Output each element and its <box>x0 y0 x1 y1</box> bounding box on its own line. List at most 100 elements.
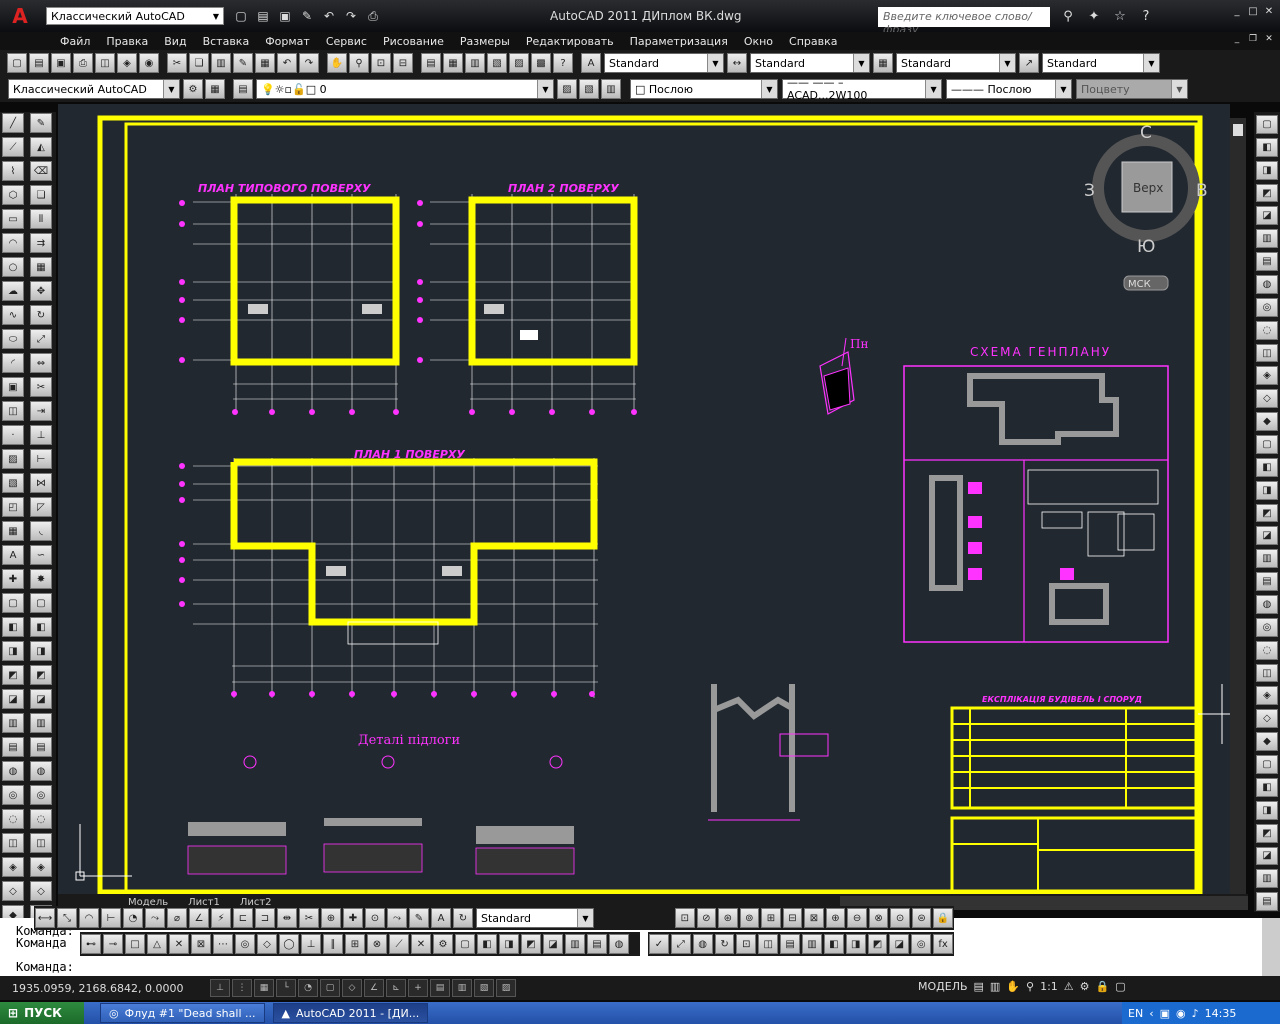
s4-icon[interactable]: ◩ <box>521 934 541 954</box>
join-icon[interactable]: ⋈ <box>30 473 52 493</box>
r35-icon[interactable]: ▤ <box>1256 892 1278 912</box>
grid-icon[interactable]: ▦ <box>254 979 274 997</box>
m7-icon[interactable]: ▤ <box>30 737 52 757</box>
lock-icon[interactable]: 🔒 <box>1096 980 1110 993</box>
menu-help[interactable]: Справка <box>781 35 845 48</box>
endpoint-icon[interactable]: □ <box>125 934 145 954</box>
save-icon[interactable]: ▣ <box>51 53 71 73</box>
multiline-text-icon[interactable]: A <box>2 545 24 565</box>
volume-icon[interactable]: ♪ <box>1192 1007 1199 1020</box>
r23-icon[interactable]: ◎ <box>1256 617 1278 637</box>
linear-dim-icon[interactable]: ⟷ <box>35 908 55 928</box>
r32-icon[interactable]: ◩ <box>1256 823 1278 843</box>
dim-style-select[interactable]: Standard ▼ <box>750 53 870 73</box>
r10-icon[interactable]: ◌ <box>1256 320 1278 340</box>
m9-icon[interactable]: ◎ <box>30 785 52 805</box>
rotate-icon[interactable]: ↻ <box>30 305 52 325</box>
doc-restore-icon[interactable]: ❐ <box>1246 32 1260 46</box>
arc-icon[interactable]: ◠ <box>2 233 24 253</box>
snap-mode-icon[interactable]: ⋮ <box>232 979 252 997</box>
quick-dim-icon[interactable]: ⚡ <box>211 908 231 928</box>
inspect-icon[interactable]: ⊙ <box>365 908 385 928</box>
m-c-icon[interactable]: ⊛ <box>718 908 738 928</box>
autocad-logo-icon[interactable]: A <box>0 0 40 32</box>
r2-icon[interactable]: ◧ <box>1256 137 1278 157</box>
break-dim-icon[interactable]: ✂ <box>299 908 319 928</box>
tray-arrow-icon[interactable]: ‹ <box>1149 1007 1153 1020</box>
cut-icon[interactable]: ✂ <box>167 53 187 73</box>
n14-icon[interactable]: fx <box>933 934 954 954</box>
save-as-icon[interactable]: ✎ <box>298 7 316 25</box>
explode-icon[interactable]: ✸ <box>30 569 52 589</box>
otrack-icon[interactable]: ∠ <box>364 979 384 997</box>
continue-icon[interactable]: ⊐ <box>255 908 275 928</box>
r25-icon[interactable]: ◫ <box>1256 663 1278 683</box>
mirror-icon[interactable]: ⫴ <box>30 209 52 229</box>
space-icon[interactable]: ⇹ <box>277 908 297 928</box>
markup-icon[interactable]: ▨ <box>509 53 529 73</box>
properties-icon[interactable]: ▤ <box>421 53 441 73</box>
hatch-icon[interactable]: ▨ <box>2 449 24 469</box>
undo-icon[interactable]: ↶ <box>277 53 297 73</box>
dyn-icon[interactable]: + <box>408 979 428 997</box>
midpoint-icon[interactable]: △ <box>147 934 167 954</box>
layer-properties-icon[interactable]: ▤ <box>233 79 253 99</box>
r20-icon[interactable]: ▥ <box>1256 549 1278 569</box>
m-b-icon[interactable]: ⊘ <box>696 908 717 928</box>
network-icon[interactable]: ▣ <box>1160 1007 1170 1020</box>
n10-icon[interactable]: ◨ <box>845 934 866 954</box>
r26-icon[interactable]: ◈ <box>1256 686 1278 706</box>
s5-icon[interactable]: ◪ <box>543 934 563 954</box>
new-icon[interactable]: ▢ <box>7 53 27 73</box>
scroll-thumb[interactable] <box>1233 124 1243 136</box>
zoom-previous-icon[interactable]: ⊟ <box>393 53 413 73</box>
r21-icon[interactable]: ▤ <box>1256 572 1278 592</box>
erase-icon[interactable]: ⌫ <box>30 161 52 181</box>
m5-icon[interactable]: ◪ <box>30 689 52 709</box>
n1-icon[interactable]: ✓ <box>649 934 669 954</box>
coordinate-readout[interactable]: 1935.0959, 2168.6842, 0.0000 <box>0 982 210 995</box>
dim-update-icon[interactable]: ↻ <box>453 908 473 928</box>
r5-icon[interactable]: ◪ <box>1256 206 1278 226</box>
workspace-toolbar-select[interactable]: Классический AutoCAD ▼ <box>8 79 180 99</box>
r7-icon[interactable]: ▤ <box>1256 252 1278 272</box>
workspace-switch-icon[interactable]: ⚙ <box>1080 980 1090 993</box>
make-block-icon[interactable]: ◫ <box>2 401 24 421</box>
s8-icon[interactable]: ◍ <box>609 934 629 954</box>
table-icon[interactable]: ▦ <box>2 521 24 541</box>
m-h-icon[interactable]: ⊕ <box>825 908 846 928</box>
tools-icon[interactable]: ✦ <box>1084 7 1104 25</box>
language-indicator[interactable]: EN <box>1128 1007 1143 1020</box>
pan-status-icon[interactable]: ✋ <box>1006 980 1020 993</box>
m-k-icon[interactable]: ⊙ <box>890 908 910 928</box>
print-icon[interactable]: ⎙ <box>364 7 382 25</box>
from-icon[interactable]: ⊸ <box>103 934 123 954</box>
radius-icon[interactable]: ◔ <box>123 908 143 928</box>
3d-dwf-icon[interactable]: ◉ <box>139 53 159 73</box>
s7-icon[interactable]: ▤ <box>587 934 607 954</box>
extra9-icon[interactable]: ◎ <box>2 785 24 805</box>
temp-track-icon[interactable]: ⊷ <box>81 934 101 954</box>
angular-icon[interactable]: ∠ <box>189 908 209 928</box>
n9-icon[interactable]: ◧ <box>823 934 844 954</box>
lwt-icon[interactable]: ▤ <box>430 979 450 997</box>
m3-icon[interactable]: ◨ <box>30 641 52 661</box>
n3-icon[interactable]: ◍ <box>692 934 713 954</box>
make-current-icon[interactable]: ▨ <box>557 79 577 99</box>
m-l-icon[interactable]: ⊜ <box>911 908 932 928</box>
infer-constraints-icon[interactable]: ⊥ <box>210 979 230 997</box>
polygon-icon[interactable]: ⬡ <box>2 185 24 205</box>
construction-line-icon[interactable]: ⟋ <box>2 137 24 157</box>
extra1-icon[interactable]: ▢ <box>2 593 24 613</box>
r18-icon[interactable]: ◩ <box>1256 503 1278 523</box>
blend-icon[interactable]: ∽ <box>30 545 52 565</box>
dim-style-icon[interactable]: ↔ <box>727 53 747 73</box>
r16-icon[interactable]: ◧ <box>1256 457 1278 477</box>
qp-icon[interactable]: ▧ <box>474 979 494 997</box>
gradient-icon[interactable]: ▧ <box>2 473 24 493</box>
extra10-icon[interactable]: ◌ <box>2 809 24 829</box>
r27-icon[interactable]: ◇ <box>1256 709 1278 729</box>
line-icon[interactable]: ╱ <box>2 113 24 133</box>
ellipse-arc-icon[interactable]: ◜ <box>2 353 24 373</box>
command-scrollbar[interactable] <box>1262 918 1280 976</box>
